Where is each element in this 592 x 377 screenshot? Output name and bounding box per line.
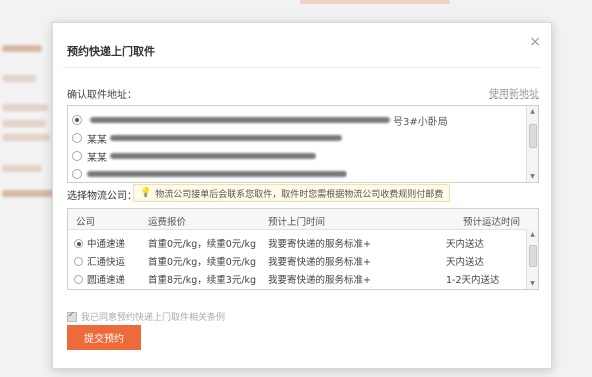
- scroll-thumb[interactable]: [529, 124, 537, 148]
- company-name: 圆通速递: [87, 275, 126, 286]
- address-tail: 号3#小卧局: [393, 116, 448, 128]
- background-accent-bar: [300, 0, 450, 4]
- blurred-text: [2, 134, 50, 141]
- company-option[interactable]: 汇通快运: [74, 254, 125, 268]
- company-name: 中通速递: [87, 239, 126, 250]
- blurred-text: [2, 190, 58, 197]
- price-cell: 首重0元/kg，续重0元/kg: [148, 239, 257, 250]
- price-cell: 首重0元/kg，续重0元/kg: [148, 257, 257, 268]
- agreement-checkbox[interactable]: [67, 310, 77, 322]
- redacted-address: [87, 171, 347, 177]
- arrival-cell: 天内送达: [446, 239, 485, 250]
- agreement-row[interactable]: 我已同意预约快递上门取件相关条例: [67, 310, 225, 323]
- address-radio[interactable]: [72, 115, 82, 125]
- address-name: 某某: [87, 152, 107, 164]
- company-radio[interactable]: [74, 238, 83, 248]
- table-row[interactable]: 中通速递 首重0元/kg，续重0元/kg 我要寄快递的服务标准+ 天内送达: [68, 233, 527, 250]
- address-scrollbar[interactable]: ▲ ▼: [526, 106, 538, 182]
- address-option-1[interactable]: 号3#小卧局: [72, 112, 448, 128]
- scroll-up-icon[interactable]: ▲: [527, 231, 538, 238]
- address-option-2[interactable]: 某某: [72, 130, 342, 146]
- scroll-down-icon[interactable]: ▼: [527, 280, 538, 287]
- dialog-title: 预约快递上门取件: [67, 45, 155, 58]
- background-sidebar: [0, 40, 60, 340]
- address-option-4[interactable]: [72, 168, 347, 180]
- address-radio[interactable]: [72, 151, 82, 161]
- address-name: 某某: [87, 134, 107, 146]
- pickup-dialog: 预约快递上门取件 × 确认取件地址： 使用新地址 号3#小卧局 某某 某某 ▲ …: [52, 22, 552, 369]
- pickup-cell: 我要寄快递的服务标准+: [268, 257, 371, 268]
- company-radio[interactable]: [74, 274, 83, 284]
- address-list: 号3#小卧局 某某 某某 ▲ ▼: [67, 105, 539, 183]
- use-new-address-link[interactable]: 使用新地址: [489, 85, 539, 100]
- scroll-up-icon[interactable]: ▲: [527, 108, 538, 115]
- address-radio[interactable]: [72, 133, 82, 143]
- blurred-text: [2, 104, 48, 111]
- header-price: 运费报价: [148, 217, 187, 228]
- blurred-text: [2, 45, 42, 52]
- address-label: 确认取件地址：: [67, 90, 137, 101]
- table-row[interactable]: 圆通速递 首重8元/kg，续重3元/kg 我要寄快递的服务标准+ 1-2天内送达: [68, 269, 527, 286]
- table-row[interactable]: 汇通快运 首重0元/kg，续重0元/kg 我要寄快递的服务标准+ 天内送达: [68, 251, 527, 268]
- address-radio[interactable]: [72, 169, 82, 179]
- table-scrollbar[interactable]: ▲ ▼: [526, 229, 538, 289]
- redacted-address: [110, 135, 342, 141]
- header-arrival: 预计运达时间: [463, 217, 521, 228]
- arrival-cell: 天内送达: [446, 257, 485, 268]
- blurred-text: [2, 75, 36, 82]
- scroll-down-icon[interactable]: ▼: [527, 173, 538, 180]
- price-cell: 首重8元/kg，续重3元/kg: [148, 275, 257, 286]
- company-name: 汇通快运: [87, 257, 126, 268]
- agreement-text: 我已同意预约快递上门取件相关条例: [81, 313, 226, 323]
- header-pickup: 预计上门时间: [268, 217, 326, 228]
- notice-text: 物流公司接单后会联系您取件，取件时您需根据物流公司收费规则付邮费: [155, 189, 444, 200]
- logistics-label: 选择物流公司：: [67, 191, 137, 202]
- address-option-3[interactable]: 某某: [72, 148, 316, 164]
- submit-button[interactable]: 提交预约: [67, 325, 141, 350]
- table-header: 公司 运费报价 预计上门时间 预计运达时间: [68, 209, 538, 230]
- redacted-address: [90, 117, 390, 123]
- company-option[interactable]: 中通速递: [74, 236, 125, 250]
- redacted-address: [110, 153, 316, 159]
- scroll-thumb[interactable]: [529, 245, 537, 267]
- logistics-table: 公司 运费报价 预计上门时间 预计运达时间 中通速递 首重0元/kg，续重0元/…: [67, 208, 539, 290]
- arrival-cell: 1-2天内送达: [446, 275, 500, 286]
- title-divider: [63, 67, 541, 68]
- pickup-cell: 我要寄快递的服务标准+: [268, 239, 371, 250]
- company-radio[interactable]: [74, 256, 83, 266]
- lightbulb-icon: 💡: [140, 188, 152, 198]
- pickup-cell: 我要寄快递的服务标准+: [268, 275, 371, 286]
- blurred-text: [2, 165, 42, 172]
- blurred-text: [2, 120, 46, 127]
- pickup-notice: 💡 物流公司接单后会联系您取件，取件时您需根据物流公司收费规则付邮费: [133, 184, 451, 202]
- header-company: 公司: [76, 217, 96, 228]
- company-option[interactable]: 圆通速递: [74, 272, 125, 286]
- close-icon[interactable]: ×: [529, 35, 541, 49]
